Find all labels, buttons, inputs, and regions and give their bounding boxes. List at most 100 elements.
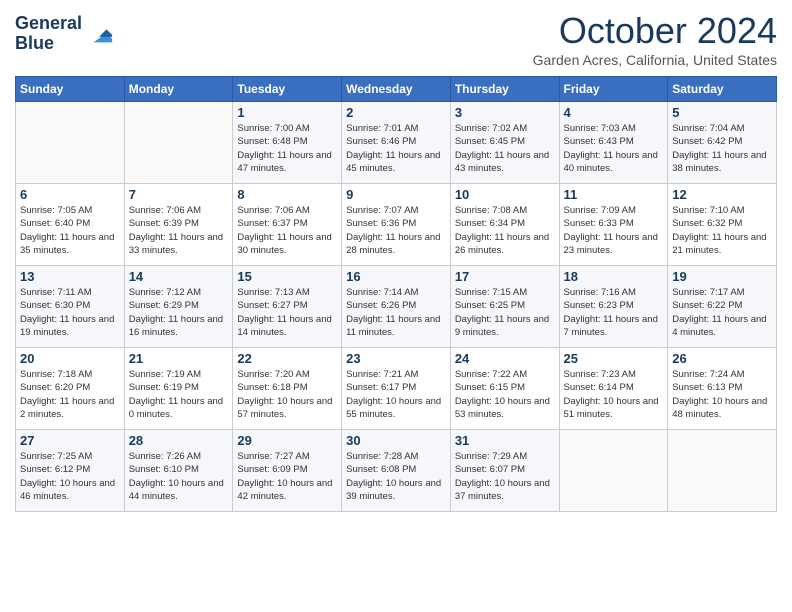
calendar-cell: 16 Sunrise: 7:14 AM Sunset: 6:26 PM Dayli… <box>342 266 451 348</box>
day-number: 27 <box>20 433 120 448</box>
day-number: 22 <box>237 351 337 366</box>
day-number: 21 <box>129 351 229 366</box>
day-info: Sunrise: 7:13 AM Sunset: 6:27 PM Dayligh… <box>237 286 337 339</box>
day-number: 3 <box>455 105 555 120</box>
day-number: 20 <box>20 351 120 366</box>
day-info: Sunrise: 7:18 AM Sunset: 6:20 PM Dayligh… <box>20 368 120 421</box>
calendar-cell: 17Sunrise: 7:15 AM Sunset: 6:25 PM Dayli… <box>450 266 559 348</box>
calendar-cell: 25 Sunrise: 7:23 AM Sunset: 6:14 PM Dayli… <box>559 348 668 430</box>
calendar-week-row: 27Sunrise: 7:25 AM Sunset: 6:12 PM Dayli… <box>16 430 777 512</box>
day-number: 7 <box>129 187 229 202</box>
day-info: Sunrise: 7:10 AM Sunset: 6:32 PM Dayligh… <box>672 204 772 257</box>
calendar-cell: 4 Sunrise: 7:03 AM Sunset: 6:43 PM Daylig… <box>559 102 668 184</box>
calendar-cell: 30 Sunrise: 7:28 AM Sunset: 6:08 PM Dayli… <box>342 430 451 512</box>
day-number: 26 <box>672 351 772 366</box>
calendar-cell: 19 Sunrise: 7:17 AM Sunset: 6:22 PM Dayli… <box>668 266 777 348</box>
weekday-header-wednesday: Wednesday <box>342 77 451 102</box>
calendar-cell: 21 Sunrise: 7:19 AM Sunset: 6:19 PM Dayli… <box>124 348 233 430</box>
day-number: 16 <box>346 269 446 284</box>
calendar-cell: 8 Sunrise: 7:06 AM Sunset: 6:37 PM Daylig… <box>233 184 342 266</box>
weekday-header-monday: Monday <box>124 77 233 102</box>
day-number: 13 <box>20 269 120 284</box>
weekday-header-friday: Friday <box>559 77 668 102</box>
title-block: October 2024 Garden Acres, California, U… <box>533 10 777 68</box>
calendar-cell: 18 Sunrise: 7:16 AM Sunset: 6:23 PM Dayli… <box>559 266 668 348</box>
day-number: 8 <box>237 187 337 202</box>
day-info: Sunrise: 7:17 AM Sunset: 6:22 PM Dayligh… <box>672 286 772 339</box>
day-info: Sunrise: 7:05 AM Sunset: 6:40 PM Dayligh… <box>20 204 120 257</box>
day-number: 19 <box>672 269 772 284</box>
day-info: Sunrise: 7:16 AM Sunset: 6:23 PM Dayligh… <box>564 286 664 339</box>
day-number: 15 <box>237 269 337 284</box>
calendar-week-row: 1 Sunrise: 7:00 AM Sunset: 6:48 PM Daylig… <box>16 102 777 184</box>
day-number: 30 <box>346 433 446 448</box>
day-number: 24 <box>455 351 555 366</box>
calendar-week-row: 13 Sunrise: 7:11 AM Sunset: 6:30 PM Dayli… <box>16 266 777 348</box>
day-info: Sunrise: 7:11 AM Sunset: 6:30 PM Dayligh… <box>20 286 120 339</box>
day-number: 29 <box>237 433 337 448</box>
day-info: Sunrise: 7:08 AM Sunset: 6:34 PM Dayligh… <box>455 204 555 257</box>
calendar-cell: 14Sunrise: 7:12 AM Sunset: 6:29 PM Dayli… <box>124 266 233 348</box>
day-number: 1 <box>237 105 337 120</box>
day-number: 18 <box>564 269 664 284</box>
calendar-cell <box>16 102 125 184</box>
weekday-header-row: SundayMondayTuesdayWednesdayThursdayFrid… <box>16 77 777 102</box>
day-number: 5 <box>672 105 772 120</box>
day-info: Sunrise: 7:23 AM Sunset: 6:14 PM Dayligh… <box>564 368 664 421</box>
location-title: Garden Acres, California, United States <box>533 52 777 68</box>
calendar-cell: 3 Sunrise: 7:02 AM Sunset: 6:45 PM Daylig… <box>450 102 559 184</box>
day-info: Sunrise: 7:27 AM Sunset: 6:09 PM Dayligh… <box>237 450 337 503</box>
day-info: Sunrise: 7:21 AM Sunset: 6:17 PM Dayligh… <box>346 368 446 421</box>
calendar-cell: 24Sunrise: 7:22 AM Sunset: 6:15 PM Dayli… <box>450 348 559 430</box>
day-info: Sunrise: 7:15 AM Sunset: 6:25 PM Dayligh… <box>455 286 555 339</box>
day-info: Sunrise: 7:00 AM Sunset: 6:48 PM Dayligh… <box>237 122 337 175</box>
day-number: 12 <box>672 187 772 202</box>
day-number: 9 <box>346 187 446 202</box>
logo-text: General Blue <box>15 14 82 54</box>
weekday-header-saturday: Saturday <box>668 77 777 102</box>
calendar-cell: 15 Sunrise: 7:13 AM Sunset: 6:27 PM Dayli… <box>233 266 342 348</box>
calendar-cell: 20 Sunrise: 7:18 AM Sunset: 6:20 PM Dayli… <box>16 348 125 430</box>
day-info: Sunrise: 7:01 AM Sunset: 6:46 PM Dayligh… <box>346 122 446 175</box>
calendar-cell: 10 Sunrise: 7:08 AM Sunset: 6:34 PM Dayli… <box>450 184 559 266</box>
day-info: Sunrise: 7:09 AM Sunset: 6:33 PM Dayligh… <box>564 204 664 257</box>
calendar-cell: 9 Sunrise: 7:07 AM Sunset: 6:36 PM Daylig… <box>342 184 451 266</box>
day-number: 10 <box>455 187 555 202</box>
day-info: Sunrise: 7:03 AM Sunset: 6:43 PM Dayligh… <box>564 122 664 175</box>
day-info: Sunrise: 7:14 AM Sunset: 6:26 PM Dayligh… <box>346 286 446 339</box>
calendar-cell: 26 Sunrise: 7:24 AM Sunset: 6:13 PM Dayli… <box>668 348 777 430</box>
calendar-cell: 1 Sunrise: 7:00 AM Sunset: 6:48 PM Daylig… <box>233 102 342 184</box>
day-info: Sunrise: 7:28 AM Sunset: 6:08 PM Dayligh… <box>346 450 446 503</box>
calendar-cell: 13 Sunrise: 7:11 AM Sunset: 6:30 PM Dayli… <box>16 266 125 348</box>
weekday-header-thursday: Thursday <box>450 77 559 102</box>
month-title: October 2024 <box>533 10 777 52</box>
day-info: Sunrise: 7:06 AM Sunset: 6:39 PM Dayligh… <box>129 204 229 257</box>
day-info: Sunrise: 7:26 AM Sunset: 6:10 PM Dayligh… <box>129 450 229 503</box>
day-number: 14 <box>129 269 229 284</box>
calendar-cell: 5 Sunrise: 7:04 AM Sunset: 6:42 PM Daylig… <box>668 102 777 184</box>
day-number: 28 <box>129 433 229 448</box>
day-info: Sunrise: 7:19 AM Sunset: 6:19 PM Dayligh… <box>129 368 229 421</box>
calendar-cell: 12 Sunrise: 7:10 AM Sunset: 6:32 PM Dayli… <box>668 184 777 266</box>
day-number: 23 <box>346 351 446 366</box>
calendar-cell: 23 Sunrise: 7:21 AM Sunset: 6:17 PM Dayli… <box>342 348 451 430</box>
weekday-header-tuesday: Tuesday <box>233 77 342 102</box>
calendar-cell: 6Sunrise: 7:05 AM Sunset: 6:40 PM Daylig… <box>16 184 125 266</box>
day-number: 4 <box>564 105 664 120</box>
day-number: 2 <box>346 105 446 120</box>
day-number: 25 <box>564 351 664 366</box>
calendar-cell: 28 Sunrise: 7:26 AM Sunset: 6:10 PM Dayli… <box>124 430 233 512</box>
calendar-table: SundayMondayTuesdayWednesdayThursdayFrid… <box>15 76 777 512</box>
day-info: Sunrise: 7:02 AM Sunset: 6:45 PM Dayligh… <box>455 122 555 175</box>
calendar-cell <box>124 102 233 184</box>
day-info: Sunrise: 7:24 AM Sunset: 6:13 PM Dayligh… <box>672 368 772 421</box>
calendar-cell: 7 Sunrise: 7:06 AM Sunset: 6:39 PM Daylig… <box>124 184 233 266</box>
logo: General Blue <box>15 14 114 54</box>
day-info: Sunrise: 7:20 AM Sunset: 6:18 PM Dayligh… <box>237 368 337 421</box>
day-info: Sunrise: 7:07 AM Sunset: 6:36 PM Dayligh… <box>346 204 446 257</box>
calendar-cell <box>559 430 668 512</box>
calendar-cell <box>668 430 777 512</box>
day-number: 11 <box>564 187 664 202</box>
day-info: Sunrise: 7:04 AM Sunset: 6:42 PM Dayligh… <box>672 122 772 175</box>
day-info: Sunrise: 7:06 AM Sunset: 6:37 PM Dayligh… <box>237 204 337 257</box>
